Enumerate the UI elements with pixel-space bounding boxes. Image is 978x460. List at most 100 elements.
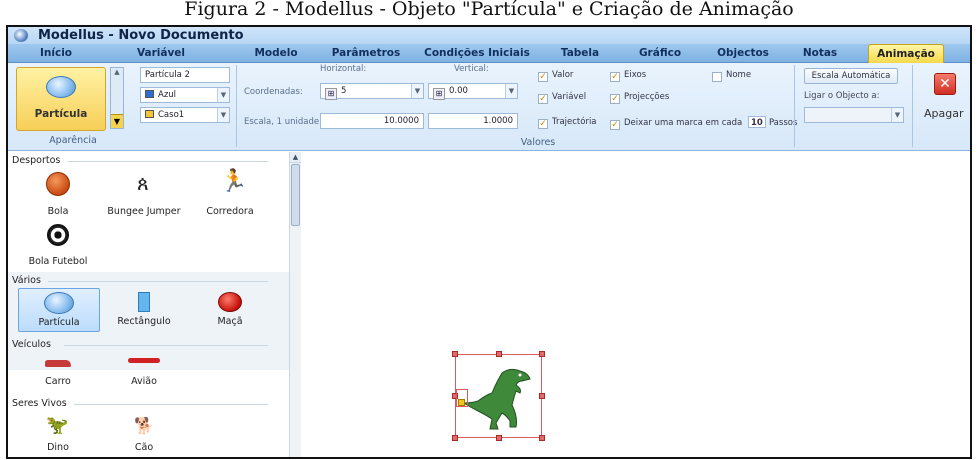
checkbox-label: Deixar uma marca em cada (624, 118, 743, 128)
resize-handle[interactable] (496, 435, 502, 441)
auto-scale-button[interactable]: Escala Automática (804, 68, 898, 84)
checkbox-nome[interactable]: ✓ Nome (712, 69, 751, 82)
checkbox-eixos[interactable]: ✓ Eixos (610, 69, 646, 82)
checkbox-valor[interactable]: ✓ Valor (538, 69, 573, 82)
divider (912, 65, 913, 147)
divider (64, 345, 268, 346)
gallery-item-rectangulo[interactable]: Rectângulo (104, 288, 184, 332)
resize-handle[interactable] (539, 351, 545, 357)
check-icon: ✓ (610, 72, 620, 82)
scroll-up-icon[interactable]: ▲ (290, 152, 301, 163)
resize-handle[interactable] (496, 351, 502, 357)
tab-grafico[interactable]: Gráfico (632, 44, 688, 63)
tab-animacao[interactable]: Animação (868, 44, 944, 63)
checkbox-label: Variável (552, 92, 587, 102)
vertical-label: Vertical: (454, 64, 489, 74)
gallery-item-corredora[interactable]: 🏃 Corredora (190, 168, 270, 218)
appearance-scroller[interactable]: ▲ ▼ (110, 67, 124, 129)
scrollbar-thumb[interactable] (291, 164, 300, 226)
gallery-item-label: Partícula (38, 317, 80, 328)
apple-icon (218, 292, 242, 312)
delete-button-label[interactable]: Apagar (924, 107, 964, 120)
resize-handle[interactable] (539, 435, 545, 441)
gallery-item-bungee-jumper[interactable]: ጰ Bungee Jumper (104, 168, 184, 218)
selected-object-frame[interactable] (452, 351, 545, 441)
scale-vertical-field[interactable]: 1.0000 (428, 113, 518, 129)
animation-canvas[interactable] (301, 152, 970, 457)
runner-icon: 🏃 (220, 169, 248, 194)
tab-objectos[interactable]: Objectos (708, 44, 778, 63)
gallery-item-bola-futebol[interactable]: Bola Futebol (18, 218, 98, 268)
gallery-item-maca[interactable]: Maçã (190, 288, 270, 332)
airplane-icon (128, 358, 160, 363)
horizontal-coordinate-select[interactable]: ⊞ 5 ▼ (320, 83, 424, 100)
yellow-swatch-icon (145, 110, 154, 118)
scroll-up-icon[interactable]: ▲ (111, 68, 123, 76)
checkbox-trajectoria[interactable]: ✓ Trajectória (538, 116, 597, 129)
soccer-ball-icon (47, 224, 69, 246)
checkbox-variavel[interactable]: ✓ Variável (538, 91, 586, 104)
tab-tabela[interactable]: Tabela (556, 44, 604, 63)
gallery-item-carro[interactable]: Carro (18, 352, 98, 392)
gallery-item-label: Rectângulo (117, 316, 171, 327)
check-icon: ✓ (610, 94, 620, 104)
gallery-item-cao[interactable]: 🐕 Cão (104, 410, 184, 457)
type-select[interactable]: Caso1 ▼ (140, 107, 230, 123)
tab-condicoes-iniciais[interactable]: Condições Iniciais (422, 44, 532, 63)
tab-parametros[interactable]: Parâmetros (326, 44, 406, 63)
particle-label: Partícula (34, 108, 88, 120)
gallery-scrollbar[interactable]: ▲ (289, 152, 301, 457)
checkbox-deixar-marca[interactable]: ✓ Deixar uma marca em cada 10 Passos (610, 116, 797, 130)
tab-modelo[interactable]: Modelo (246, 44, 306, 63)
gallery-item-dino[interactable]: 🦖 Dino (18, 410, 98, 457)
resize-handle[interactable] (452, 435, 458, 441)
checkbox-label: Eixos (624, 70, 647, 80)
tab-notas[interactable]: Notas (798, 44, 842, 63)
marks-every-field[interactable]: 10 (747, 116, 766, 128)
scale-label: Escala, 1 unidade = (244, 117, 329, 127)
object-name-field[interactable]: Partícula 2 (140, 67, 230, 83)
gallery-item-bola[interactable]: Bola (18, 168, 98, 218)
gallery-item-label: Bola (47, 206, 69, 217)
color-select[interactable]: Azul ▼ (140, 87, 230, 103)
dog-icon: 🐕 (134, 416, 154, 435)
ribbon-tabs: Início Variável Independente Modelo Parâ… (8, 44, 970, 78)
particle-object-button[interactable]: Partícula (16, 67, 106, 131)
check-icon: ✓ (538, 72, 548, 82)
chevron-down-icon: ▼ (217, 108, 229, 122)
dinosaur-icon: 🦖 (46, 415, 69, 436)
gallery-item-particula[interactable]: Partícula (18, 288, 100, 332)
tab-variavel-independente[interactable]: Variável Independente (96, 44, 226, 78)
rectangle-icon (138, 292, 150, 312)
chevron-down-icon: ▼ (217, 88, 229, 102)
basketball-icon (46, 172, 70, 196)
delete-icon[interactable]: ✕ (934, 73, 956, 95)
tab-inicio[interactable]: Início (30, 44, 82, 63)
app-window: Modellus - Novo Documento Início Variáve… (6, 25, 972, 459)
dinosaur-object-icon (462, 368, 531, 430)
gallery-item-label: Corredora (206, 206, 254, 217)
gallery-item-label: Dino (47, 442, 69, 453)
chevron-down-icon: ▼ (891, 108, 903, 122)
gallery-item-aviao[interactable]: Avião (104, 352, 184, 392)
divider (48, 281, 268, 282)
divider (794, 65, 795, 147)
scale-horizontal-field[interactable]: 10.0000 (320, 113, 424, 129)
particle-marker-icon[interactable] (458, 399, 465, 406)
resize-handle[interactable] (539, 393, 545, 399)
particle-icon (46, 76, 76, 98)
check-icon: ✓ (538, 94, 548, 104)
gallery-item-label: Bola Futebol (28, 256, 88, 267)
checkbox-label: Valor (552, 70, 574, 80)
ribbon: Partícula ▲ ▼ Aparência Partícula 2 Azul… (8, 63, 970, 151)
vertical-coordinate-select[interactable]: ⊞ 0.00 ▼ (428, 83, 518, 100)
checkbox-projeccoes[interactable]: ✓ Projecções (610, 91, 669, 104)
variable-picker-icon[interactable]: ⊞ (325, 88, 337, 100)
variable-picker-icon[interactable]: ⊞ (433, 88, 445, 100)
gallery-item-label: Bungee Jumper (107, 206, 181, 217)
resize-handle[interactable] (452, 351, 458, 357)
object-gallery: Desportos Bola ጰ Bungee Jumper 🏃 Corredo… (8, 152, 301, 457)
scroll-down-icon[interactable]: ▼ (111, 114, 123, 128)
app-icon[interactable] (14, 29, 28, 42)
link-object-select[interactable]: ▼ (804, 107, 904, 123)
